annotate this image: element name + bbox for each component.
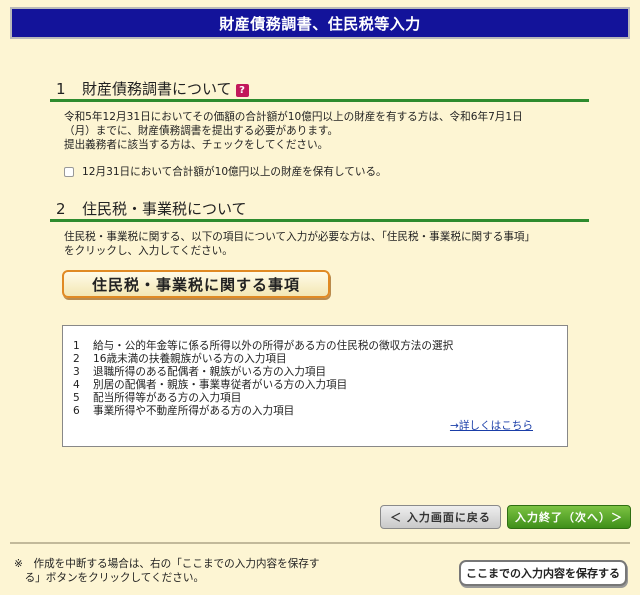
resident-tax-button[interactable]: 住民税・事業税に関する事項 <box>62 270 330 298</box>
section1-description: 令和5年12月31日においてその価額の合計額が10億円以上の財産を有する方は、令… <box>64 110 584 152</box>
section2-number: 2 <box>56 200 66 218</box>
section2-rule <box>50 219 589 222</box>
wealth-checkbox-row[interactable]: 12月31日において合計額が10億円以上の財産を保有している。 <box>64 164 387 179</box>
section1-desc-line: 提出義務者に該当する方は、チェックをしてください。 <box>64 139 329 151</box>
section1-rule <box>50 99 589 102</box>
resident-tax-items-box: 1 給与・公的年金等に係る所得以外の所得がある方の住民税の徴収方法の選択 2 16歳… <box>62 325 568 447</box>
page-title: 財産債務調書、住民税等入力 <box>219 14 421 33</box>
section2-heading: 2 住民税・事業税について <box>56 198 247 219</box>
wealth-checkbox[interactable] <box>64 166 74 177</box>
footer-note: ※ 作成を中断する場合は、右の「ここまでの入力内容を保存す る」ボタンをクリック… <box>14 557 320 585</box>
section2-desc-line: をクリックし、入力してください。 <box>64 245 233 257</box>
footer-divider <box>10 542 630 544</box>
section1-title: 財産債務調書について <box>82 80 232 98</box>
details-link[interactable]: →詳しくはこちら <box>450 418 533 433</box>
next-button[interactable]: 入力終了（次へ）＞ <box>507 505 631 529</box>
save-progress-button[interactable]: ここまでの入力内容を保存する <box>459 560 627 586</box>
page-header: 財産債務調書、住民税等入力 <box>10 7 630 39</box>
section1-desc-line: 令和5年12月31日においてその価額の合計額が10億円以上の財産を有する方は、令… <box>64 111 523 123</box>
section2-description: 住民税・事業税に関する、以下の項目について入力が必要な方は、「住民税・事業税に関… <box>64 230 584 258</box>
section1-desc-line: （月）までに、財産債務調書を提出する必要があります。 <box>64 125 339 137</box>
section2-title: 住民税・事業税について <box>82 200 247 218</box>
wealth-checkbox-label[interactable]: 12月31日において合計額が10億円以上の財産を保有している。 <box>82 164 387 179</box>
footer-note-line: る」ボタンをクリックしてください。 <box>14 572 205 584</box>
help-icon[interactable]: ? <box>235 84 249 97</box>
section2-desc-line: 住民税・事業税に関する、以下の項目について入力が必要な方は、「住民税・事業税に関… <box>64 231 536 243</box>
list-item: 6 事業所得や不動産所得がある方の入力項目 <box>73 405 295 417</box>
back-button[interactable]: ＜ 入力画面に戻る <box>380 505 501 529</box>
section1-heading: 1 財産債務調書について? <box>56 78 249 99</box>
footer-note-line: ※ 作成を中断する場合は、右の「ここまでの入力内容を保存す <box>14 558 320 570</box>
section1-number: 1 <box>56 80 66 98</box>
